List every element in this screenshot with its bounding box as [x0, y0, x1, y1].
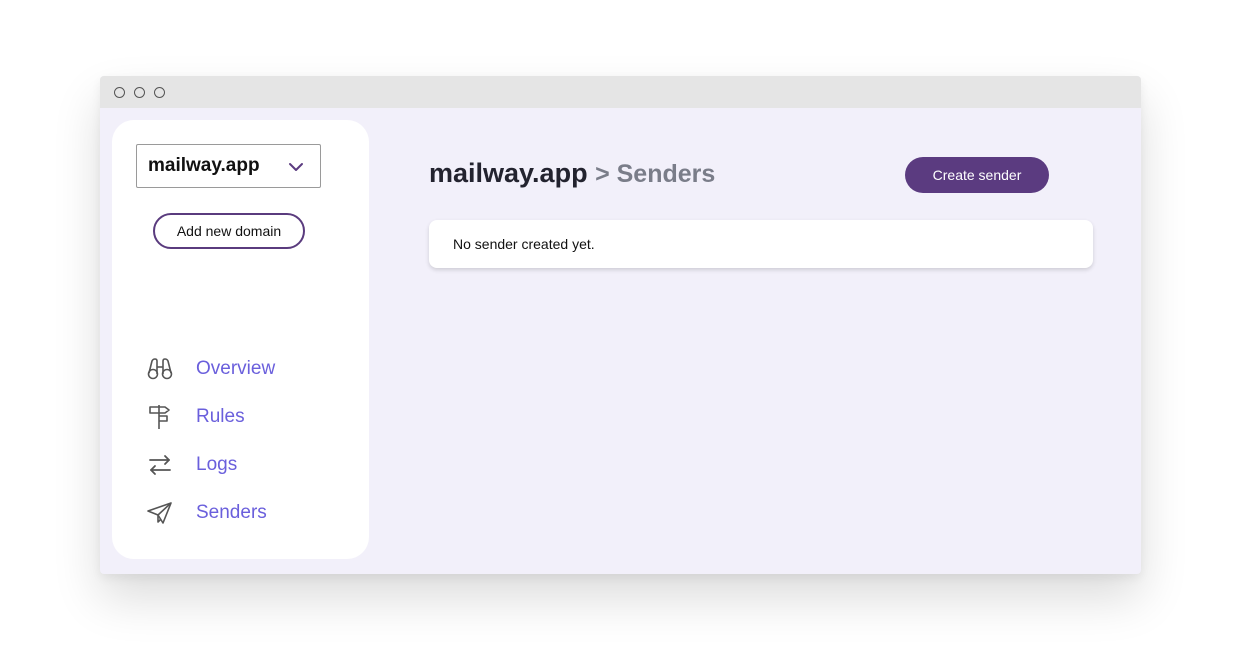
sidebar: mailway.app Add new domain Overview Rule…	[112, 120, 369, 559]
window-titlebar	[100, 76, 1141, 108]
window-close-control[interactable]	[114, 86, 125, 98]
chevron-down-icon	[289, 163, 303, 171]
empty-state-message: No sender created yet.	[453, 236, 595, 252]
sidebar-item-label: Overview	[196, 358, 276, 379]
create-sender-button[interactable]: Create sender	[905, 157, 1049, 193]
domain-select[interactable]: mailway.app	[136, 144, 321, 188]
domain-select-value: mailway.app	[148, 155, 260, 176]
sidebar-item-senders[interactable]: Senders	[146, 498, 267, 528]
sidebar-item-rules[interactable]: Rules	[146, 402, 245, 432]
window-minimize-control[interactable]	[134, 86, 145, 98]
sidebar-item-label: Rules	[196, 406, 245, 427]
breadcrumb: > Senders	[595, 160, 716, 188]
browser-window: mailway.app Add new domain Overview Rule…	[100, 76, 1141, 574]
arrows-exchange-icon	[146, 451, 174, 479]
page-title: mailway.app > Senders	[429, 158, 715, 189]
sidebar-item-overview[interactable]: Overview	[146, 354, 275, 384]
add-domain-button[interactable]: Add new domain	[153, 213, 305, 249]
sidebar-item-label: Logs	[196, 454, 238, 475]
window-maximize-control[interactable]	[154, 86, 165, 98]
page-title-domain: mailway.app	[429, 158, 588, 188]
binoculars-icon	[146, 355, 174, 383]
signpost-icon	[146, 403, 174, 431]
empty-state-card: No sender created yet.	[429, 220, 1093, 268]
sidebar-item-label: Senders	[196, 502, 267, 523]
sidebar-item-logs[interactable]: Logs	[146, 450, 237, 480]
paper-plane-icon	[146, 499, 174, 527]
